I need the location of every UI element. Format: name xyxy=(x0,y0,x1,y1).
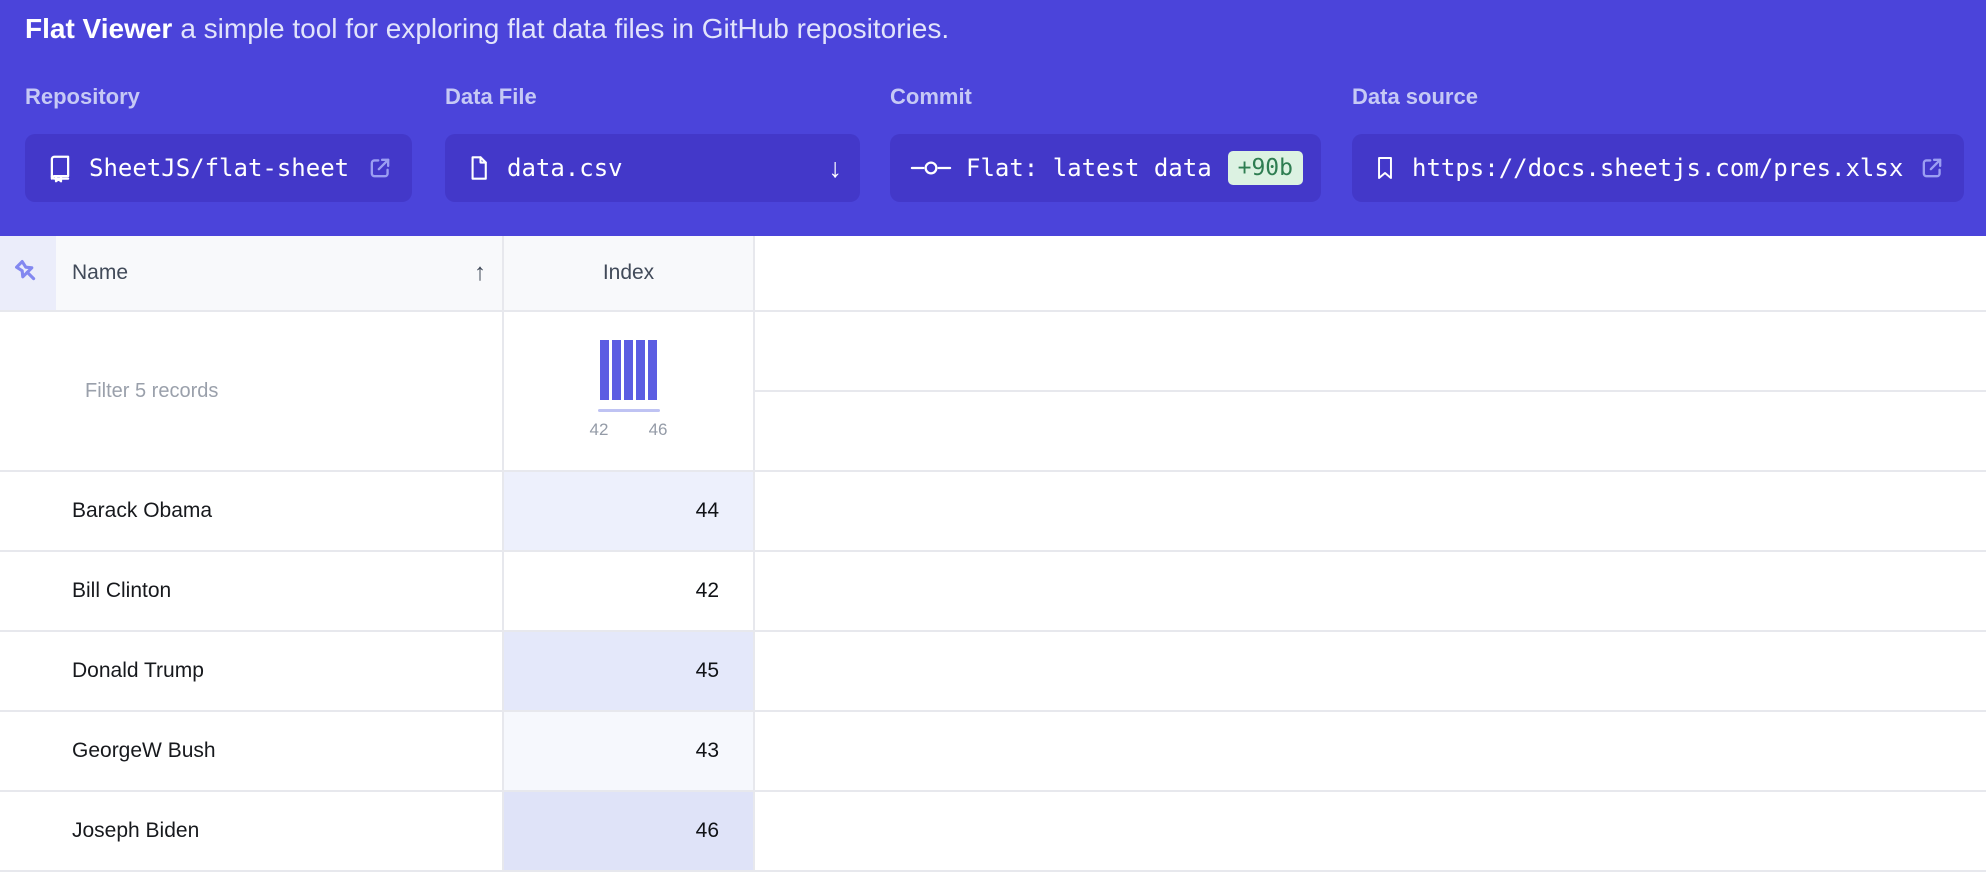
bookmark-icon xyxy=(1372,153,1398,183)
repository-value: SheetJS/flat-sheet xyxy=(89,154,349,182)
filter-cell-name xyxy=(0,312,502,470)
app-subtitle: a simple tool for exploring flat data fi… xyxy=(180,13,949,44)
row-spacer xyxy=(755,472,1986,550)
table-body: Barack Obama 44 Bill Clinton 42 Donald T… xyxy=(0,472,1986,872)
row-spacer xyxy=(755,552,1986,630)
row-spacer xyxy=(755,712,1986,790)
cell-name: Bill Clinton xyxy=(0,552,502,630)
column-header-name-label: Name xyxy=(72,261,128,285)
data-source-control: Data source https://docs.sheetjs.com/pre… xyxy=(1352,84,1964,202)
column-header-index[interactable]: Index xyxy=(502,236,755,310)
histogram-bar xyxy=(600,340,609,400)
cell-name: Barack Obama xyxy=(0,472,502,550)
data-table: Name ↑ Index 42 46 Barack Obama 44 Bill … xyxy=(0,236,1986,872)
cell-index: 43 xyxy=(502,712,755,790)
commit-widget[interactable]: Flat: latest data +90b xyxy=(890,134,1321,202)
index-histogram[interactable]: 42 46 xyxy=(502,312,755,470)
table-row[interactable]: Donald Trump 45 xyxy=(0,632,1986,712)
data-file-select[interactable]: data.csv ↓ xyxy=(445,134,860,202)
histogram-range-labels: 42 46 xyxy=(590,420,668,440)
cell-name: Joseph Biden xyxy=(0,792,502,870)
repository-widget[interactable]: SheetJS/flat-sheet xyxy=(25,134,412,202)
filter-input[interactable] xyxy=(83,379,477,404)
data-file-label: Data File xyxy=(445,84,860,110)
row-spacer xyxy=(755,632,1986,710)
table-row[interactable]: Joseph Biden 46 xyxy=(0,792,1986,872)
table-row[interactable]: GeorgeW Bush 43 xyxy=(0,712,1986,792)
row-spacer xyxy=(755,792,1986,870)
external-link-icon[interactable] xyxy=(1918,154,1946,182)
histogram-max-label: 46 xyxy=(649,420,668,440)
table-row[interactable]: Barack Obama 44 xyxy=(0,472,1986,552)
histogram-baseline xyxy=(598,409,660,412)
app-title: Flat Viewer xyxy=(25,13,172,44)
title-line: Flat Viewer a simple tool for exploring f… xyxy=(25,13,949,45)
histogram-bar xyxy=(612,340,621,400)
data-file-value: data.csv xyxy=(507,154,623,182)
commit-control: Commit Flat: latest data +90b xyxy=(890,84,1321,202)
cell-index: 45 xyxy=(502,632,755,710)
cell-index: 42 xyxy=(502,552,755,630)
file-icon xyxy=(465,154,493,182)
histogram-bar xyxy=(648,340,657,400)
cell-name: GeorgeW Bush xyxy=(0,712,502,790)
commit-label: Commit xyxy=(890,84,1321,110)
external-link-icon[interactable] xyxy=(366,154,394,182)
cell-index: 46 xyxy=(502,792,755,870)
histogram-bars xyxy=(600,340,657,400)
filter-row-spacer xyxy=(755,312,1986,470)
repository-control: Repository SheetJS/flat-sheet xyxy=(25,84,412,202)
table-filter-row: 42 46 xyxy=(0,312,1986,472)
repository-label: Repository xyxy=(25,84,412,110)
data-source-label: Data source xyxy=(1352,84,1964,110)
column-header-name[interactable]: Name ↑ xyxy=(56,236,502,310)
pin-icon xyxy=(11,256,45,290)
histogram-min-label: 42 xyxy=(590,420,609,440)
chevron-down-icon: ↓ xyxy=(829,153,843,184)
repo-book-icon xyxy=(45,153,75,183)
app-header: Flat Viewer a simple tool for exploring f… xyxy=(0,0,1986,236)
table-header-row: Name ↑ Index xyxy=(0,236,1986,312)
sticky-column-toggle[interactable] xyxy=(0,236,56,310)
table-row[interactable]: Bill Clinton 42 xyxy=(0,552,1986,632)
data-source-widget[interactable]: https://docs.sheetjs.com/pres.xlsx xyxy=(1352,134,1964,202)
cell-name: Donald Trump xyxy=(0,632,502,710)
histogram-bar xyxy=(624,340,633,400)
cell-index: 44 xyxy=(502,472,755,550)
data-file-control: Data File data.csv ↓ xyxy=(445,84,860,202)
histogram-bar xyxy=(636,340,645,400)
sort-ascending-icon: ↑ xyxy=(474,259,486,287)
table-header-spacer xyxy=(755,236,1986,310)
commit-icon xyxy=(910,156,952,180)
data-source-url: https://docs.sheetjs.com/pres.xlsx xyxy=(1412,154,1903,182)
commit-message: Flat: latest data xyxy=(966,154,1212,182)
diffstat-badge: +90b xyxy=(1228,151,1303,185)
